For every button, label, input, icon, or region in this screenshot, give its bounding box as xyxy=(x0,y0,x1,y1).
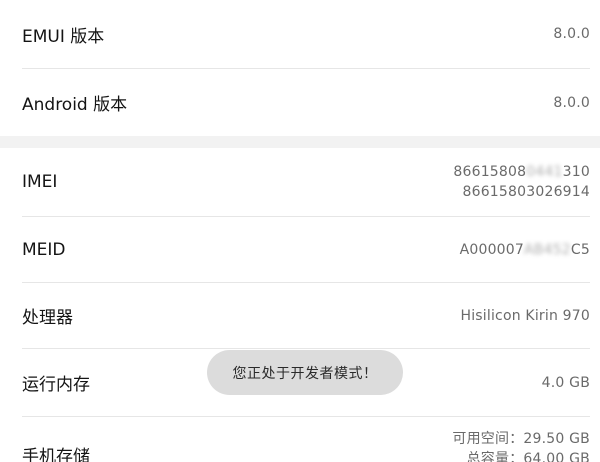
version-card: EMUI 版本 8.0.0 Android 版本 8.0.0 xyxy=(0,0,600,136)
storage-total-value: 总容量：64.00 GB xyxy=(466,451,590,462)
about-phone-screen: EMUI 版本 8.0.0 Android 版本 8.0.0 IMEI 8661… xyxy=(0,0,600,462)
processor-label: 处理器 xyxy=(22,308,73,328)
meid-label: MEID xyxy=(22,239,66,260)
emui-version-row[interactable]: EMUI 版本 8.0.0 xyxy=(0,0,600,68)
android-version-row[interactable]: Android 版本 8.0.0 xyxy=(0,69,600,136)
storage-available-value: 可用空间：29.50 GB xyxy=(452,431,590,447)
android-version-label: Android 版本 xyxy=(22,95,128,115)
imei-values: 866158080441310 86615803026914 xyxy=(453,162,590,202)
storage-values: 可用空间：29.50 GB 总容量：64.00 GB xyxy=(452,429,590,462)
developer-mode-toast: 您正处于开发者模式！ xyxy=(207,350,403,395)
processor-row[interactable]: 处理器 Hisilicon Kirin 970 xyxy=(0,283,600,348)
storage-row[interactable]: 手机存储 可用空间：29.50 GB 总容量：64.00 GB xyxy=(0,417,600,462)
emui-version-label: EMUI 版本 xyxy=(22,26,105,47)
ram-label: 运行内存 xyxy=(22,375,90,395)
ram-value: 4.0 GB xyxy=(541,374,590,391)
android-version-value: 8.0.0 xyxy=(553,94,590,111)
imei-row[interactable]: IMEI 866158080441310 86615803026914 xyxy=(0,148,600,216)
emui-version-value: 8.0.0 xyxy=(553,26,590,42)
imei-label: IMEI xyxy=(22,172,58,192)
device-info-card: IMEI 866158080441310 86615803026914 MEID… xyxy=(0,148,600,462)
meid-row[interactable]: MEID A000007AB452C5 xyxy=(0,217,600,282)
imei-1-value: 866158080441310 xyxy=(453,164,590,180)
imei-2-value: 86615803026914 xyxy=(462,184,590,200)
processor-value: Hisilicon Kirin 970 xyxy=(460,307,590,324)
storage-label: 手机存储 xyxy=(22,447,90,462)
meid-value: A000007AB452C5 xyxy=(459,241,590,258)
